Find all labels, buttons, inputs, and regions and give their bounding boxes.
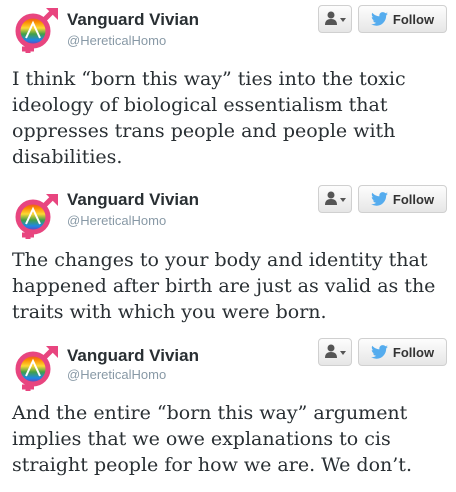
follow-label: Follow [392, 11, 435, 27]
twitter-bird-icon [371, 12, 388, 26]
user-name[interactable]: Vanguard Vivian [67, 346, 199, 366]
twitter-bird-icon [371, 345, 388, 359]
follow-button[interactable]: Follow [358, 338, 447, 366]
tweet: Vanguard Vivian @HereticalHomo Follow Th… [0, 182, 456, 338]
tweet-text: I think “born this way” ties into the to… [12, 68, 406, 168]
rainbow-gender-symbol-icon [15, 346, 58, 391]
user-actions-dropdown[interactable] [318, 5, 352, 33]
user-handle[interactable]: @HereticalHomo [67, 33, 166, 48]
tweet: Vanguard Vivian @HereticalHomo Follow I … [0, 0, 456, 182]
avatar[interactable] [12, 8, 58, 54]
avatar[interactable] [12, 194, 58, 240]
tweet: Vanguard Vivian @HereticalHomo Follow An… [0, 338, 456, 492]
user-silhouette-icon [325, 11, 346, 25]
twitter-bird-icon [371, 192, 388, 206]
follow-label: Follow [392, 344, 435, 360]
follow-button[interactable]: Follow [358, 5, 447, 33]
user-actions-dropdown[interactable] [318, 185, 352, 213]
follow-button[interactable]: Follow [358, 185, 447, 213]
caret-down-icon [340, 198, 346, 202]
user-name[interactable]: Vanguard Vivian [67, 190, 199, 210]
user-silhouette-icon [325, 191, 346, 205]
user-handle[interactable]: @HereticalHomo [67, 367, 166, 382]
caret-down-icon [340, 351, 346, 355]
tweet-text: The changes to your body and identity th… [12, 249, 436, 323]
user-silhouette-icon [325, 344, 346, 358]
follow-label: Follow [392, 191, 435, 207]
tweet-text: And the entire “born this way” argument … [12, 402, 412, 476]
user-actions-dropdown[interactable] [318, 338, 352, 366]
avatar[interactable] [12, 346, 58, 392]
caret-down-icon [340, 18, 346, 22]
user-handle[interactable]: @HereticalHomo [67, 213, 166, 228]
rainbow-gender-symbol-icon [15, 8, 58, 53]
user-name[interactable]: Vanguard Vivian [67, 10, 199, 30]
rainbow-gender-symbol-icon [15, 194, 58, 239]
